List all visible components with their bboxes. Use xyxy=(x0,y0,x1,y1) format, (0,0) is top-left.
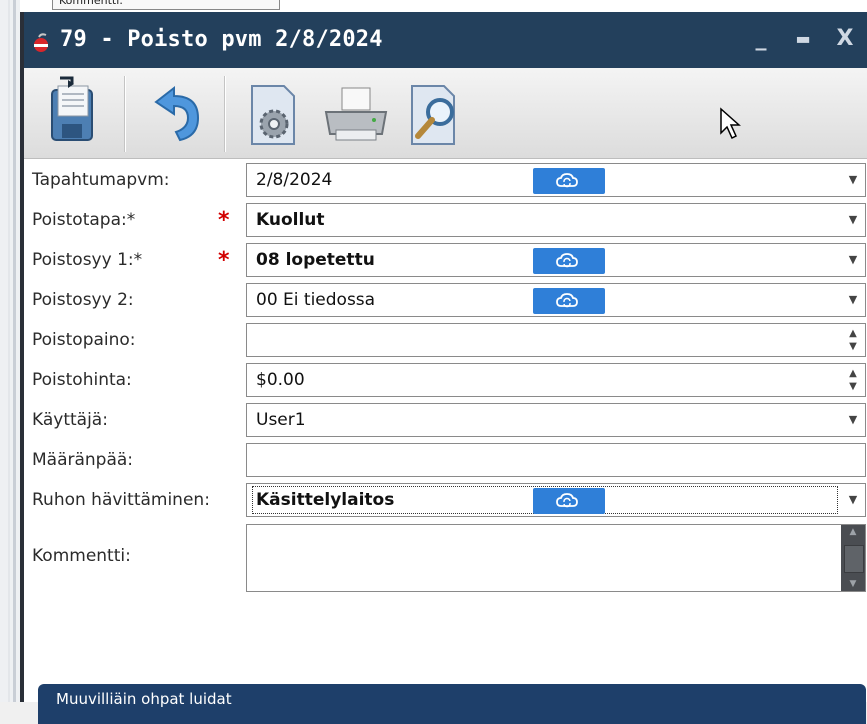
chevron-down-icon[interactable]: ▼ xyxy=(841,164,865,196)
dropdown-field[interactable]: Kuollut ▼ xyxy=(246,203,866,237)
field-label: Poistotapa:* xyxy=(32,210,136,230)
print-button[interactable] xyxy=(316,74,396,154)
text-field[interactable] xyxy=(246,443,866,477)
spinner-arrows-icon[interactable]: ▲ ▼ xyxy=(841,364,865,396)
field-label: Määränpää: xyxy=(32,450,134,470)
field-label: Poistosyy 1:* xyxy=(32,250,143,270)
dialog-window: 79 - Poisto pvm 2/8/2024 _ ▬ X Tapahtuma… xyxy=(20,12,867,724)
form-row: Tapahtumapvm: 2/8/2024 ▼ xyxy=(24,162,867,198)
scrollbar[interactable]: ▲ ▼ xyxy=(841,525,865,591)
bottom-panel-header[interactable]: Muuvilliäin ohpat luidat xyxy=(38,684,866,724)
title-bar[interactable]: 79 - Poisto pvm 2/8/2024 _ ▬ X xyxy=(24,12,867,68)
field-label: Käyttäjä: xyxy=(32,410,108,430)
field-label: Poistopaino: xyxy=(32,330,136,350)
dropdown-field[interactable]: 2/8/2024 ▼ xyxy=(246,163,866,197)
mouse-cursor-icon xyxy=(720,107,741,140)
cloud-sync-icon xyxy=(556,253,578,268)
undo-button[interactable] xyxy=(136,74,216,154)
chevron-down-icon[interactable]: ▼ xyxy=(841,484,865,516)
field-value: Kuollut xyxy=(256,210,325,230)
chevron-down-icon[interactable]: ▼ xyxy=(841,284,865,316)
undo-icon xyxy=(154,85,200,142)
field-value: User1 xyxy=(256,410,306,430)
window-title: 79 - Poisto pvm 2/8/2024 xyxy=(60,27,383,52)
form-row: Ruhon hävittäminen: Käsittelylaitos ▼ xyxy=(24,482,867,518)
form-row: Poistopaino: ▲ ▼ xyxy=(24,322,867,358)
dropdown-field[interactable]: 08 lopetettu ▼ xyxy=(246,243,866,277)
comment-textarea[interactable]: ▲ ▼ xyxy=(246,524,866,592)
minimize-button[interactable]: _ xyxy=(741,24,781,56)
required-marker: * xyxy=(218,248,230,273)
chevron-down-icon[interactable]: ▼ xyxy=(841,204,865,236)
field-value: 2/8/2024 xyxy=(256,170,333,190)
save-button[interactable] xyxy=(36,74,116,154)
background-edge xyxy=(0,0,20,702)
form-row: Poistosyy 1:* * 08 lopetettu ▼ xyxy=(24,242,867,278)
field-label: Tapahtumapvm: xyxy=(32,170,170,190)
form-row: Poistotapa:* * Kuollut ▼ xyxy=(24,202,867,238)
dropdown-field[interactable]: 00 Ei tiedossa ▼ xyxy=(246,283,866,317)
field-label: Kommentti: xyxy=(32,546,131,566)
settings-button[interactable] xyxy=(236,74,316,154)
cloud-sync-icon xyxy=(556,493,578,508)
dropdown-field[interactable]: Käsittelylaitos ▼ xyxy=(246,483,866,517)
form-row: Poistosyy 2: 00 Ei tiedossa ▼ xyxy=(24,282,867,318)
background-label: Kommentti: xyxy=(52,0,280,10)
app-icon xyxy=(34,33,48,52)
field-label: Poistohinta: xyxy=(32,370,132,390)
required-marker: * xyxy=(218,208,230,233)
cloud-sync-button[interactable] xyxy=(533,488,605,514)
chevron-down-icon[interactable]: ▼ xyxy=(841,404,865,436)
cloud-sync-button[interactable] xyxy=(533,168,605,194)
field-label: Poistosyy 2: xyxy=(32,290,134,310)
print-icon xyxy=(324,87,388,141)
preview-button[interactable] xyxy=(396,74,476,154)
close-button[interactable]: X xyxy=(825,24,865,56)
dropdown-field[interactable]: User1 ▼ xyxy=(246,403,866,437)
form-row: Kommentti: ▲ ▼ xyxy=(24,524,867,592)
cloud-sync-button[interactable] xyxy=(533,248,605,274)
field-value: 08 lopetettu xyxy=(256,250,375,270)
form-row: Poistohinta: $0.00 ▲ ▼ xyxy=(24,362,867,398)
spinner-field[interactable]: ▲ ▼ xyxy=(246,323,866,357)
form-row: Käyttäjä: User1 ▼ xyxy=(24,402,867,438)
chevron-down-icon[interactable]: ▼ xyxy=(841,244,865,276)
field-value: 00 Ei tiedossa xyxy=(256,290,376,310)
cloud-sync-icon xyxy=(556,293,578,308)
spinner-field[interactable]: $0.00 ▲ ▼ xyxy=(246,363,866,397)
form-row: Määränpää: xyxy=(24,442,867,478)
settings-document-icon xyxy=(251,85,295,145)
maximize-button[interactable]: ▬ xyxy=(783,24,823,56)
field-label: Ruhon hävittäminen: xyxy=(32,490,210,510)
save-icon xyxy=(51,76,93,141)
background-window: Kommentti: xyxy=(20,0,867,12)
cloud-sync-button[interactable] xyxy=(533,288,605,314)
field-value: $0.00 xyxy=(256,370,305,390)
cloud-sync-icon xyxy=(556,173,578,188)
spinner-arrows-icon[interactable]: ▲ ▼ xyxy=(841,324,865,356)
preview-icon xyxy=(411,85,455,145)
